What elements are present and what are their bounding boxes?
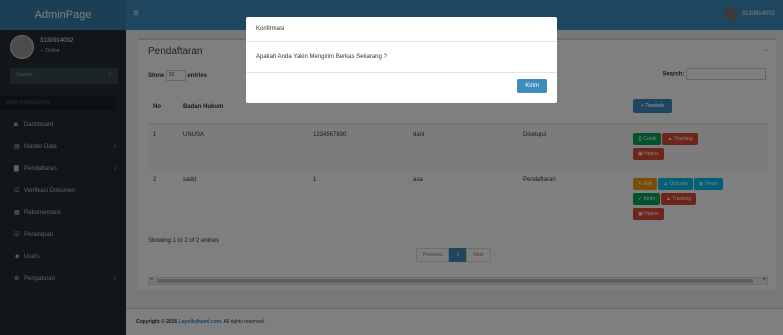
modal-divider [246,41,557,42]
kirim-button[interactable]: Kirim [517,79,547,93]
modal-title: Konfirmasi [256,26,285,32]
confirm-modal: Konfirmasi Apakah Anda Yakin Mengirim Be… [246,17,557,103]
modal-divider [246,72,557,73]
modal-body: Apakah Anda Yakin Mengirim Berkas Sekara… [256,54,387,60]
